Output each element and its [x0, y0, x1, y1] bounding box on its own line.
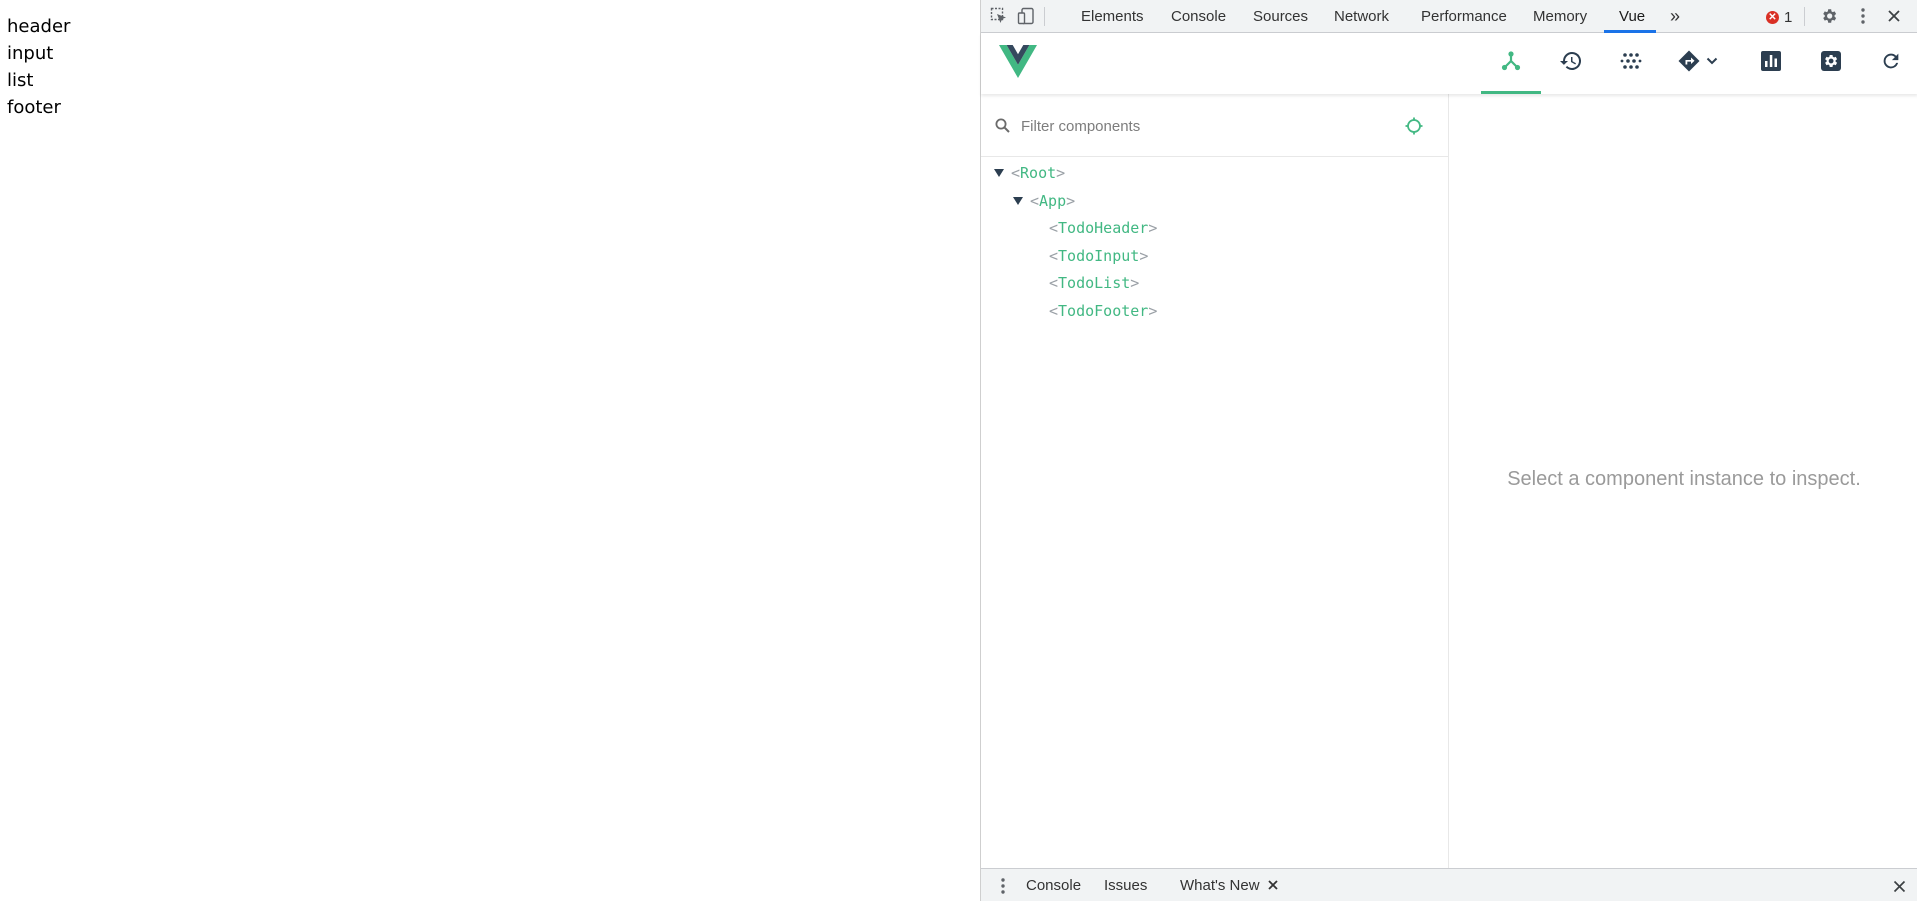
drawer-tab-console[interactable]: Console	[1026, 869, 1081, 901]
tab-elements[interactable]: Elements	[1081, 0, 1144, 33]
router-tab-button[interactable]	[1663, 33, 1733, 94]
error-icon: ✕	[1766, 10, 1779, 24]
component-name: TodoHeader	[1058, 219, 1149, 237]
component-tree-pane: <Root> <App> <TodoHeader> <TodoInput> <T…	[981, 94, 1449, 868]
page-line-footer: footer	[7, 97, 61, 118]
close-drawer-icon[interactable]	[1891, 878, 1907, 894]
vuex-tab-button[interactable]	[1601, 33, 1661, 94]
component-name: TodoList	[1058, 274, 1131, 292]
devtools-panel: Elements Console Sources Network Perform…	[980, 0, 1917, 901]
component-name: App	[1039, 192, 1067, 210]
tab-vue[interactable]: Vue	[1619, 0, 1645, 33]
vue-devtools-toolbar	[981, 33, 1917, 94]
toolbar-divider	[1044, 7, 1045, 26]
close-tab-icon[interactable]	[1266, 878, 1280, 892]
timeline-tab-button[interactable]	[1541, 33, 1601, 94]
close-devtools-icon[interactable]	[1884, 6, 1904, 26]
filter-components-input[interactable]	[1021, 113, 1381, 139]
page-line-list: list	[7, 70, 34, 91]
vuex-icon	[1620, 50, 1642, 77]
timeline-icon	[1559, 49, 1583, 78]
components-tab-button[interactable]	[1481, 33, 1541, 94]
tree-node-todoheader[interactable]: < TodoHeader >	[1049, 215, 1157, 241]
drawer-tab-issues[interactable]: Issues	[1104, 869, 1147, 901]
tag-close-bracket: >	[1066, 192, 1076, 210]
chevron-down-icon	[1705, 54, 1719, 73]
toolbar-divider	[1804, 7, 1805, 26]
refresh-icon	[1880, 50, 1902, 77]
performance-icon	[1760, 50, 1782, 77]
tag-open-bracket: <	[1049, 247, 1059, 265]
caret-down-icon[interactable]	[1012, 195, 1024, 207]
customize-devtools-icon[interactable]	[1853, 6, 1873, 26]
drawer-menu-icon[interactable]	[993, 876, 1013, 896]
devtools-tab-bar: Elements Console Sources Network Perform…	[981, 0, 1917, 33]
component-name: TodoFooter	[1058, 302, 1149, 320]
devtools-drawer-tab-bar: Console Issues What's New	[981, 868, 1917, 901]
tag-open-bracket: <	[1049, 219, 1059, 237]
tree-node-todolist[interactable]: < TodoList >	[1049, 270, 1139, 296]
tree-node-todofooter[interactable]: < TodoFooter >	[1049, 298, 1157, 324]
tag-close-bracket: >	[1056, 164, 1066, 182]
page-content: header input list footer	[0, 0, 980, 901]
page-line-input: input	[7, 43, 54, 64]
error-count: 1	[1784, 8, 1793, 26]
tag-open-bracket: <	[1011, 164, 1021, 182]
caret-down-icon[interactable]	[993, 167, 1005, 179]
tab-console[interactable]: Console	[1171, 0, 1226, 33]
tree-node-app[interactable]: < App >	[1012, 188, 1075, 214]
component-name: TodoInput	[1058, 247, 1140, 265]
component-name: Root	[1020, 164, 1057, 182]
refresh-tab-button[interactable]	[1861, 33, 1917, 94]
tree-node-root[interactable]: < Root >	[993, 160, 1065, 186]
tab-memory[interactable]: Memory	[1533, 0, 1587, 33]
inspector-empty-message: Select a component instance to inspect.	[1507, 468, 1861, 490]
components-icon	[1500, 50, 1522, 77]
tab-sources[interactable]: Sources	[1253, 0, 1308, 33]
performance-tab-button[interactable]	[1741, 33, 1801, 94]
select-component-in-page-icon[interactable]	[1404, 116, 1424, 136]
page-line-header: header	[7, 16, 71, 37]
tag-close-bracket: >	[1139, 247, 1149, 265]
more-tabs-icon[interactable]: »	[1670, 0, 1680, 33]
vue-logo	[999, 45, 1037, 79]
tab-performance[interactable]: Performance	[1421, 0, 1507, 33]
devtools-settings-icon[interactable]	[1819, 6, 1839, 26]
inspect-element-icon[interactable]	[989, 6, 1009, 26]
tab-network[interactable]: Network	[1334, 0, 1389, 33]
filter-bar	[981, 94, 1448, 157]
settings-tab-button[interactable]	[1801, 33, 1861, 94]
tag-close-bracket: >	[1148, 302, 1158, 320]
tag-open-bracket: <	[1049, 274, 1059, 292]
inspector-pane: Select a component instance to inspect.	[1450, 94, 1917, 868]
search-icon	[994, 117, 1012, 135]
tree-node-todoinput[interactable]: < TodoInput >	[1049, 243, 1148, 269]
tag-close-bracket: >	[1130, 274, 1140, 292]
device-toolbar-icon[interactable]	[1016, 6, 1036, 26]
settings-icon	[1820, 50, 1842, 77]
tag-open-bracket: <	[1030, 192, 1040, 210]
tag-close-bracket: >	[1148, 219, 1158, 237]
router-icon	[1677, 49, 1701, 78]
error-counter[interactable]: ✕ 1	[1766, 7, 1792, 27]
drawer-tab-whats-new[interactable]: What's New	[1180, 869, 1260, 901]
tag-open-bracket: <	[1049, 302, 1059, 320]
